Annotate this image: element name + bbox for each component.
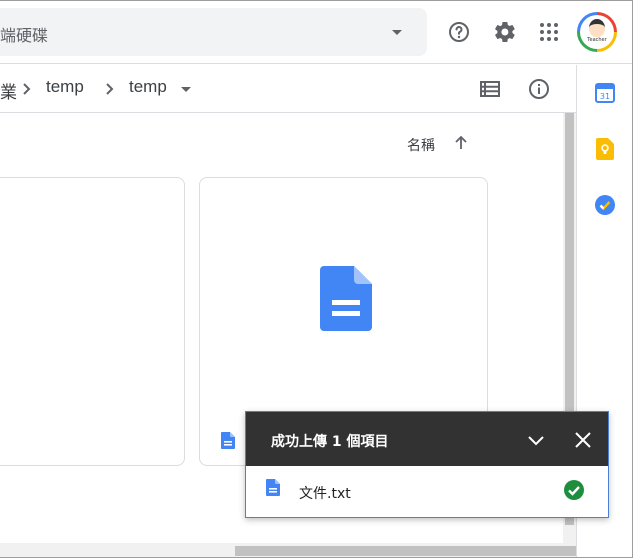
list-view-icon xyxy=(480,81,500,97)
close-icon[interactable] xyxy=(572,429,594,451)
breadcrumb-item-parent[interactable]: 業 xyxy=(0,78,17,103)
avatar-face xyxy=(589,19,605,37)
arrow-up-icon[interactable] xyxy=(452,134,470,152)
list-view-button[interactable] xyxy=(470,69,510,109)
file-card[interactable] xyxy=(0,177,185,466)
search-options-icon[interactable] xyxy=(392,30,402,35)
upload-status-dialog: 成功上傳 1 個項目 文件.txt xyxy=(245,411,609,518)
chevron-down-icon[interactable] xyxy=(525,429,547,451)
avatar-label: Teacher xyxy=(587,37,607,43)
document-type-icon xyxy=(266,479,280,496)
top-bar: 端硬碟 Teacher xyxy=(0,0,633,64)
upload-file-name[interactable]: 文件.txt xyxy=(299,483,351,503)
info-icon xyxy=(529,79,549,99)
breadcrumb-item-current[interactable]: temp xyxy=(129,77,167,97)
horizontal-scrollbar-thumb[interactable] xyxy=(235,546,576,556)
keep-icon xyxy=(596,138,614,160)
details-button[interactable] xyxy=(519,69,559,109)
avatar-image: Teacher xyxy=(580,15,614,49)
tasks-app-button[interactable] xyxy=(593,193,617,217)
upload-dialog-header: 成功上傳 1 個項目 xyxy=(246,412,608,466)
upload-dialog-title: 成功上傳 1 個項目 xyxy=(271,434,389,450)
calendar-day: 31 xyxy=(600,92,610,101)
account-avatar[interactable]: Teacher xyxy=(577,12,617,52)
check-circle-icon xyxy=(564,480,584,500)
calendar-app-button[interactable]: 31 xyxy=(593,81,617,105)
document-type-icon xyxy=(221,432,235,449)
folder-menu-caret-icon[interactable] xyxy=(181,87,191,92)
tasks-icon xyxy=(595,195,615,215)
apps-button[interactable] xyxy=(529,12,569,52)
search-input[interactable]: 端硬碟 xyxy=(0,22,48,46)
gear-icon xyxy=(495,21,515,43)
upload-item[interactable]: 文件.txt xyxy=(246,466,608,517)
keep-app-button[interactable] xyxy=(593,137,617,161)
chevron-right-icon xyxy=(106,83,114,95)
breadcrumb: 業 temp temp xyxy=(0,65,576,113)
document-icon xyxy=(320,266,372,331)
sort-by-name-button[interactable]: 名稱 xyxy=(407,135,435,155)
breadcrumb-item-temp[interactable]: temp xyxy=(46,77,84,97)
calendar-icon: 31 xyxy=(595,83,615,103)
help-button[interactable] xyxy=(439,12,479,52)
help-icon xyxy=(449,22,469,42)
settings-button[interactable] xyxy=(485,12,525,52)
chevron-right-icon xyxy=(23,83,31,95)
search-bar[interactable]: 端硬碟 xyxy=(0,8,427,56)
apps-grid-icon xyxy=(540,23,558,41)
